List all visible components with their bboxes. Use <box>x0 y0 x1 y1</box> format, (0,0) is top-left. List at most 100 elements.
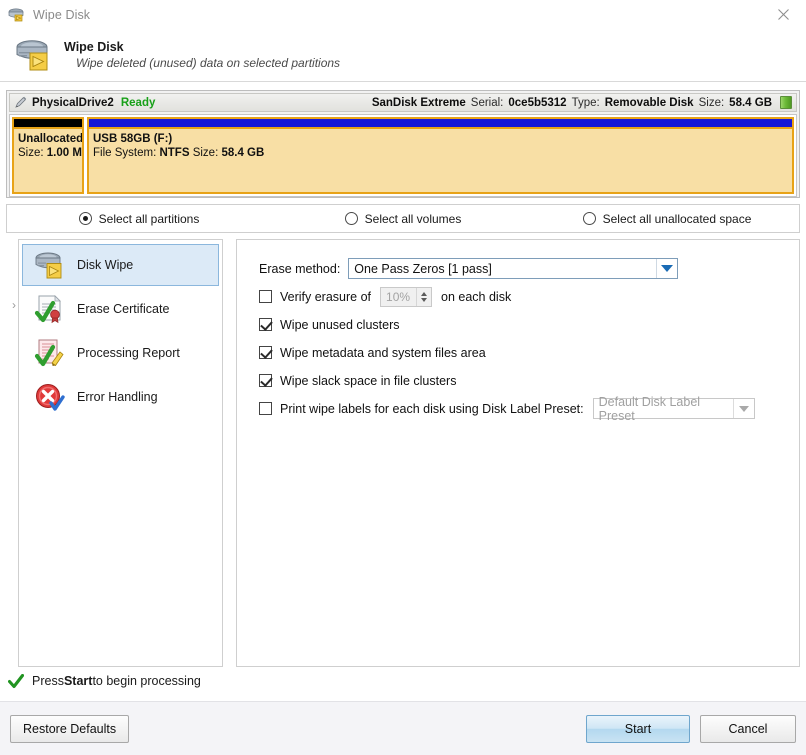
partition-size: Size: 1.00 M <box>18 146 82 160</box>
window-title: Wipe Disk <box>33 7 91 22</box>
wipe-slack-space-label: Wipe slack space in file clusters <box>280 373 457 388</box>
status-prefix: Press <box>32 674 64 688</box>
options-panel: Erase method: One Pass Zeros [1 pass] Ve… <box>236 239 800 667</box>
disk-model: SanDisk Extreme <box>371 96 466 109</box>
partition-title: USB 58GB (F:) <box>93 133 173 145</box>
chevron-down-icon[interactable] <box>656 259 678 278</box>
sidebar-item-erase-certificate[interactable]: Erase Certificate <box>22 288 219 330</box>
restore-defaults-button[interactable]: Restore Defaults <box>10 714 130 743</box>
disk-type-value: Removable Disk <box>604 96 694 109</box>
error-icon <box>33 382 67 412</box>
status-bar: Press Start to begin processing <box>0 667 806 695</box>
wipe-metadata-label: Wipe metadata and system files area <box>280 345 486 360</box>
partition-size-label: Size: <box>192 147 219 159</box>
sidebar-item-error-handling[interactable]: Error Handling <box>22 376 219 418</box>
close-icon[interactable] <box>761 0 806 29</box>
sidebar-item-label: Erase Certificate <box>77 302 170 316</box>
partition-size-label: Size: <box>18 147 47 159</box>
stepper-up-icon[interactable] <box>421 291 428 296</box>
partition-usage-bar <box>89 119 792 129</box>
page-header: Wipe Disk Wipe deleted (unused) data on … <box>0 29 806 82</box>
wipe-slack-space-row[interactable]: Wipe slack space in file clusters <box>259 370 799 391</box>
wipe-metadata-row[interactable]: Wipe metadata and system files area <box>259 342 799 363</box>
disk-name: PhysicalDrive2 <box>32 96 114 109</box>
settings-body: › Disk Wipe Erase Certificate Processing… <box>6 239 800 667</box>
report-icon <box>33 338 67 368</box>
sidebar-item-label: Disk Wipe <box>77 258 134 272</box>
partition-details: File System: NTFS Size: 58.4 GB <box>93 146 788 160</box>
wipe-slack-space-checkbox[interactable] <box>259 374 272 387</box>
partition-fs-label: File System: <box>93 147 157 159</box>
selection-mode-row: Select all partitions Select all volumes… <box>6 204 800 233</box>
radio-select-all-partitions[interactable]: Select all partitions <box>7 212 271 226</box>
radio-label: Select all unallocated space <box>602 211 752 226</box>
wipe-disk-icon <box>13 38 55 72</box>
verify-erasure-suffix: on each disk <box>441 289 512 304</box>
wipe-unused-clusters-row[interactable]: Wipe unused clusters <box>259 314 799 335</box>
disk-details: SanDisk Extreme Serial: 0ce5b5312 Type: … <box>372 94 792 111</box>
header-title: Wipe Disk <box>64 40 124 54</box>
stepper-down-icon[interactable] <box>421 297 428 302</box>
partition-size-value: 58.4 GB <box>221 147 265 159</box>
partition-map: Unallocated Size: 1.00 M USB 58GB (F:) F… <box>9 114 797 197</box>
disk-panel: PhysicalDrive2 Ready SanDisk Extreme Ser… <box>6 90 800 198</box>
verify-erasure-row: Verify erasure of 10% on each disk <box>259 286 799 307</box>
partition-size-value: 1.00 M <box>46 147 82 159</box>
status-suffix: to begin processing <box>92 674 201 688</box>
disk-status: Ready <box>120 96 156 109</box>
verify-erasure-label: Verify erasure of <box>280 289 372 304</box>
disk-serial-value: 0ce5b5312 <box>508 96 567 109</box>
sidebar-item-processing-report[interactable]: Processing Report <box>22 332 219 374</box>
sidebar-item-label: Error Handling <box>77 390 158 404</box>
certificate-icon <box>33 294 67 324</box>
disk-size-label: Size: <box>698 96 725 109</box>
disk-label-preset-value: Default Disk Label Preset <box>598 394 701 423</box>
disk-wipe-icon <box>33 250 67 280</box>
disk-serial-label: Serial: <box>470 96 504 109</box>
radio-select-all-volumes[interactable]: Select all volumes <box>271 212 535 226</box>
verify-percent-value: 10% <box>386 289 411 304</box>
disk-type-label: Type: <box>571 96 600 109</box>
radio-label: Select all partitions <box>98 211 200 226</box>
wipe-unused-clusters-label: Wipe unused clusters <box>280 317 400 332</box>
status-bold: Start <box>63 674 93 688</box>
sidebar-item-label: Processing Report <box>77 346 180 360</box>
header-subtitle: Wipe deleted (unused) data on selected p… <box>76 56 341 70</box>
print-labels-checkbox[interactable] <box>259 402 272 415</box>
wipe-disk-icon <box>8 7 26 23</box>
radio-label: Select all volumes <box>364 211 462 226</box>
erase-method-dropdown[interactable]: One Pass Zeros [1 pass] <box>348 258 679 279</box>
disk-info-bar[interactable]: PhysicalDrive2 Ready SanDisk Extreme Ser… <box>9 93 797 112</box>
radio-select-all-unallocated[interactable]: Select all unallocated space <box>535 212 799 226</box>
chevron-down-icon[interactable] <box>732 399 754 418</box>
chevron-right-icon[interactable]: › <box>8 299 20 311</box>
verify-erasure-checkbox[interactable] <box>259 290 272 303</box>
verify-percent-stepper[interactable]: 10% <box>380 286 433 307</box>
erase-method-label: Erase method: <box>259 261 341 276</box>
cancel-button[interactable]: Cancel <box>700 714 796 743</box>
partition-title: Unallocated <box>18 133 82 145</box>
settings-sidebar: Disk Wipe Erase Certificate Processing R… <box>18 239 223 667</box>
wipe-metadata-checkbox[interactable] <box>259 346 272 359</box>
footer-bar: Restore Defaults Start Cancel <box>0 701 806 755</box>
disk-chip-icon <box>780 96 792 109</box>
partition-usage-bar <box>14 119 82 129</box>
sidebar-item-disk-wipe[interactable]: Disk Wipe <box>22 244 219 286</box>
print-labels-label: Print wipe labels for each disk using Di… <box>280 401 584 416</box>
radio-indicator <box>78 212 92 225</box>
partition-block-volume[interactable]: USB 58GB (F:) File System: NTFS Size: 58… <box>87 117 794 194</box>
erase-method-value: One Pass Zeros [1 pass] <box>354 261 492 276</box>
pen-icon <box>14 96 27 109</box>
partition-block-unallocated[interactable]: Unallocated Size: 1.00 M <box>12 117 84 194</box>
stepper-buttons[interactable] <box>416 287 431 306</box>
partition-fs-value: NTFS <box>159 147 190 159</box>
print-labels-row: Print wipe labels for each disk using Di… <box>259 395 799 423</box>
window-titlebar: Wipe Disk <box>0 0 806 29</box>
wipe-unused-clusters-checkbox[interactable] <box>259 318 272 331</box>
disk-size-value: 58.4 GB <box>729 96 772 109</box>
radio-indicator <box>582 212 596 225</box>
start-button[interactable]: Start <box>586 714 690 743</box>
green-check-icon <box>8 673 24 688</box>
radio-indicator <box>344 212 358 225</box>
disk-label-preset-dropdown[interactable]: Default Disk Label Preset <box>592 395 755 423</box>
